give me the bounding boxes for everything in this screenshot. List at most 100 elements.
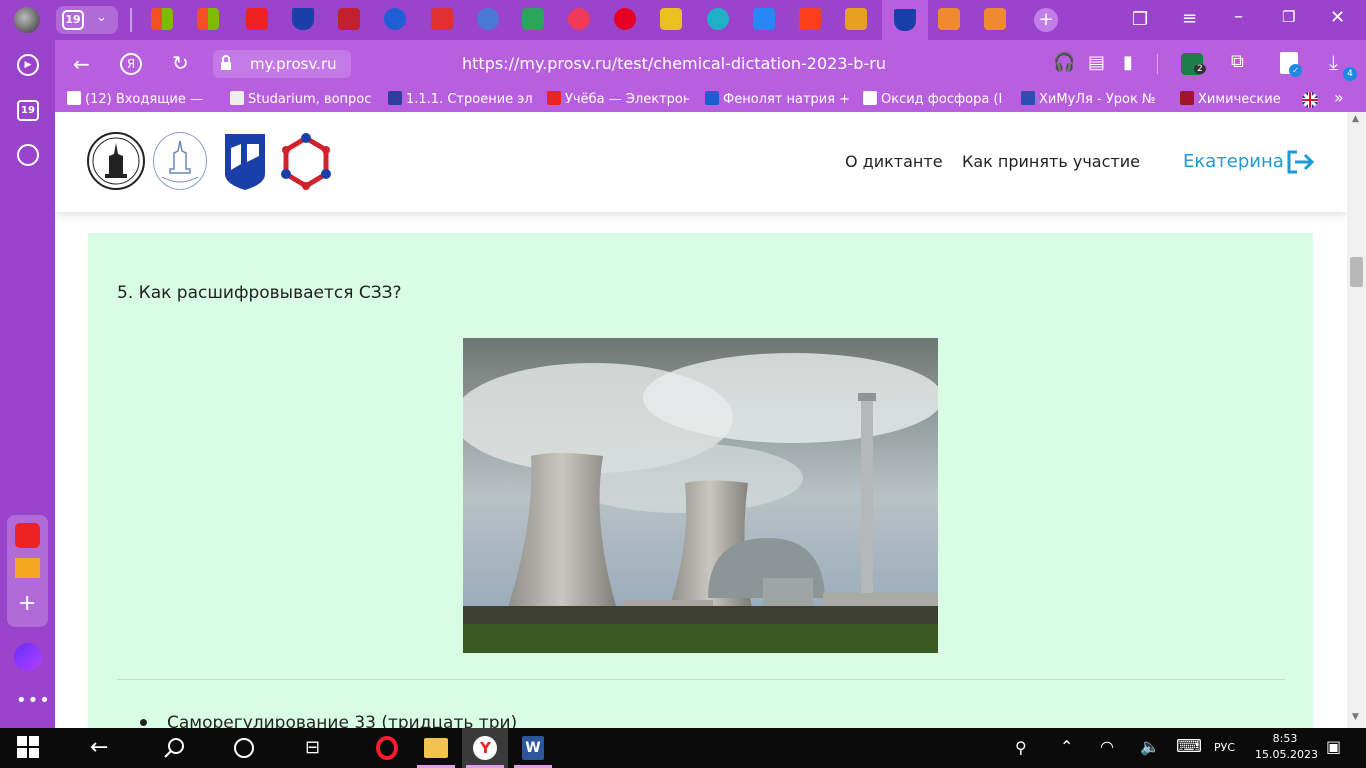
- scroll-down-arrow-icon[interactable]: ▼: [1352, 712, 1359, 722]
- question-text: 5. Как расшифровывается СЗЗ?: [117, 283, 402, 303]
- tab-paper-plane-icon[interactable]: [938, 8, 960, 30]
- sidebar-tabs-count[interactable]: 19: [17, 100, 39, 121]
- tab-play-icon[interactable]: [568, 8, 590, 30]
- word-icon[interactable]: W: [522, 736, 544, 760]
- scroll-thumb[interactable]: [1350, 257, 1363, 287]
- scroll-up-arrow-icon[interactable]: ▲: [1352, 114, 1359, 124]
- opera-icon[interactable]: [376, 736, 398, 760]
- keyboard-icon[interactable]: ⌨: [1176, 736, 1202, 757]
- bookmark-item[interactable]: Studarium, вопрос: [230, 91, 375, 109]
- tab-h-icon[interactable]: [431, 8, 453, 30]
- clock[interactable]: 8:53 15.05.2023: [1255, 731, 1318, 765]
- domain-chip[interactable]: my.prosv.ru: [213, 50, 351, 78]
- answer-option-label: Саморегулирование 33 (тридцать три): [167, 713, 518, 728]
- tab-counter[interactable]: 19 ⌄: [56, 6, 118, 34]
- more-options-icon[interactable]: •••: [16, 690, 51, 711]
- user-name[interactable]: Екатерина: [1183, 151, 1284, 172]
- password-manager-icon[interactable]: ✓: [1280, 52, 1302, 77]
- flask-icon: [1180, 91, 1194, 105]
- tab-yandex-icon[interactable]: [799, 8, 821, 30]
- tab-spiral-icon[interactable]: [707, 8, 729, 30]
- downloads-icon[interactable]: ⤓: [1329, 52, 1338, 72]
- history-clock-icon[interactable]: [17, 144, 39, 166]
- mail-icon: [67, 91, 81, 105]
- answer-option[interactable]: Саморегулирование 33 (тридцать три): [140, 713, 517, 728]
- bookmark-item[interactable]: Учёба — Электрон: [547, 91, 689, 109]
- tab-atom-icon[interactable]: [477, 8, 499, 30]
- address-bar: ← Я ↻ my.prosv.ru https://my.prosv.ru/te…: [55, 40, 1366, 88]
- studarium-icon: [230, 91, 244, 105]
- windows-start-icon[interactable]: [17, 736, 41, 760]
- tab-prosv-shield-icon[interactable]: [292, 8, 314, 30]
- extension-shield-icon[interactable]: 2: [1181, 53, 1206, 75]
- uk-flag-icon[interactable]: [1302, 92, 1318, 108]
- bookmark-item[interactable]: (12) Входящие —: [67, 91, 215, 109]
- chevron-up-icon[interactable]: ⌃: [1060, 737, 1073, 756]
- notifications-icon[interactable]: ▣: [1326, 737, 1341, 756]
- bookmark-icon[interactable]: ▮: [1123, 54, 1133, 72]
- back-arrow-icon[interactable]: ←: [73, 54, 90, 74]
- back-icon[interactable]: ←: [90, 735, 108, 760]
- logout-icon[interactable]: [1285, 150, 1315, 174]
- minimize-icon[interactable]: –: [1234, 8, 1243, 26]
- chemistry-faculty-logo[interactable]: [153, 132, 207, 190]
- divider: [117, 679, 1285, 680]
- domain-text: my.prosv.ru: [250, 55, 337, 73]
- bookmark-item[interactable]: 1.1.1. Строение эл: [388, 91, 533, 109]
- menu-icon[interactable]: ≡: [1182, 10, 1197, 28]
- prosv-logo[interactable]: [225, 134, 265, 190]
- bookmark-item[interactable]: Оксид фосфора (І: [863, 91, 1008, 109]
- tab-video-icon[interactable]: [338, 8, 360, 30]
- nav-about[interactable]: О диктанте: [845, 152, 943, 171]
- reader-mode-icon[interactable]: ▤: [1088, 54, 1105, 72]
- clock-time: 8:53: [1272, 732, 1298, 745]
- bookmark-item[interactable]: ХиМуЛя - Урок №: [1021, 91, 1165, 109]
- bookmark-item[interactable]: Химические: [1180, 91, 1292, 109]
- sidebar-mail-icon[interactable]: [15, 558, 40, 578]
- lock-icon: [220, 55, 232, 70]
- volume-icon[interactable]: 🔈: [1140, 737, 1160, 756]
- tab-lit-icon[interactable]: [845, 8, 867, 30]
- tab-microsoft-icon-2[interactable]: [197, 8, 219, 30]
- yandex-browser-taskbar-button[interactable]: Y: [462, 728, 508, 768]
- active-tab[interactable]: [882, 0, 928, 40]
- tab-paper-plane-icon-2[interactable]: [984, 8, 1006, 30]
- file-explorer-icon[interactable]: [424, 738, 448, 758]
- url-text[interactable]: https://my.prosv.ru/test/chemical-dictat…: [462, 54, 886, 73]
- reload-icon[interactable]: ↻: [172, 53, 189, 73]
- wifi-icon[interactable]: ◠: [1100, 737, 1114, 756]
- collections-icon[interactable]: ⧉: [1231, 53, 1244, 71]
- bookmark-item[interactable]: Фенолят натрия +: [705, 91, 850, 109]
- yandex-home-icon[interactable]: Я: [120, 53, 142, 75]
- sidebar-add-icon[interactable]: +: [18, 593, 36, 615]
- tab-document-icon[interactable]: [246, 8, 268, 30]
- sidebar-document-icon[interactable]: [15, 523, 40, 548]
- question-panel: 5. Как расшифровывается СЗЗ? Саморегулир…: [88, 233, 1313, 728]
- tabs-overview-icon[interactable]: ❐: [1132, 11, 1148, 29]
- tab-vk-icon[interactable]: [753, 8, 775, 30]
- msu-logo[interactable]: [87, 132, 145, 190]
- profile-avatar[interactable]: [14, 7, 40, 33]
- language-indicator[interactable]: РУС: [1214, 741, 1235, 754]
- tab-microsoft-icon[interactable]: [151, 8, 173, 30]
- search-icon[interactable]: [163, 737, 185, 759]
- more-bookmarks-icon[interactable]: »: [1334, 90, 1344, 106]
- tab-pen-icon[interactable]: [660, 8, 682, 30]
- tab-pinterest-icon[interactable]: [614, 8, 636, 30]
- new-tab-button[interactable]: +: [1034, 8, 1058, 32]
- close-window-icon[interactable]: ✕: [1330, 9, 1345, 27]
- cortana-icon[interactable]: [234, 738, 254, 758]
- alice-assistant-icon[interactable]: [14, 643, 42, 671]
- tab-book-icon[interactable]: [522, 8, 544, 30]
- headphones-icon[interactable]: 🎧: [1053, 54, 1075, 72]
- window-icon: [1021, 91, 1035, 105]
- task-view-icon[interactable]: ⊟: [305, 737, 320, 758]
- atom-icon: [388, 91, 402, 105]
- people-icon[interactable]: ⚲: [1015, 738, 1027, 757]
- maximize-icon[interactable]: ❐: [1282, 10, 1295, 25]
- nav-how-to-participate[interactable]: Как принять участие: [962, 152, 1140, 171]
- chemical-dictation-logo[interactable]: [279, 132, 333, 192]
- play-icon[interactable]: ▶: [17, 54, 39, 76]
- tab-wave-icon[interactable]: [384, 8, 406, 30]
- page-scrollbar[interactable]: ▲ ▼: [1347, 112, 1366, 728]
